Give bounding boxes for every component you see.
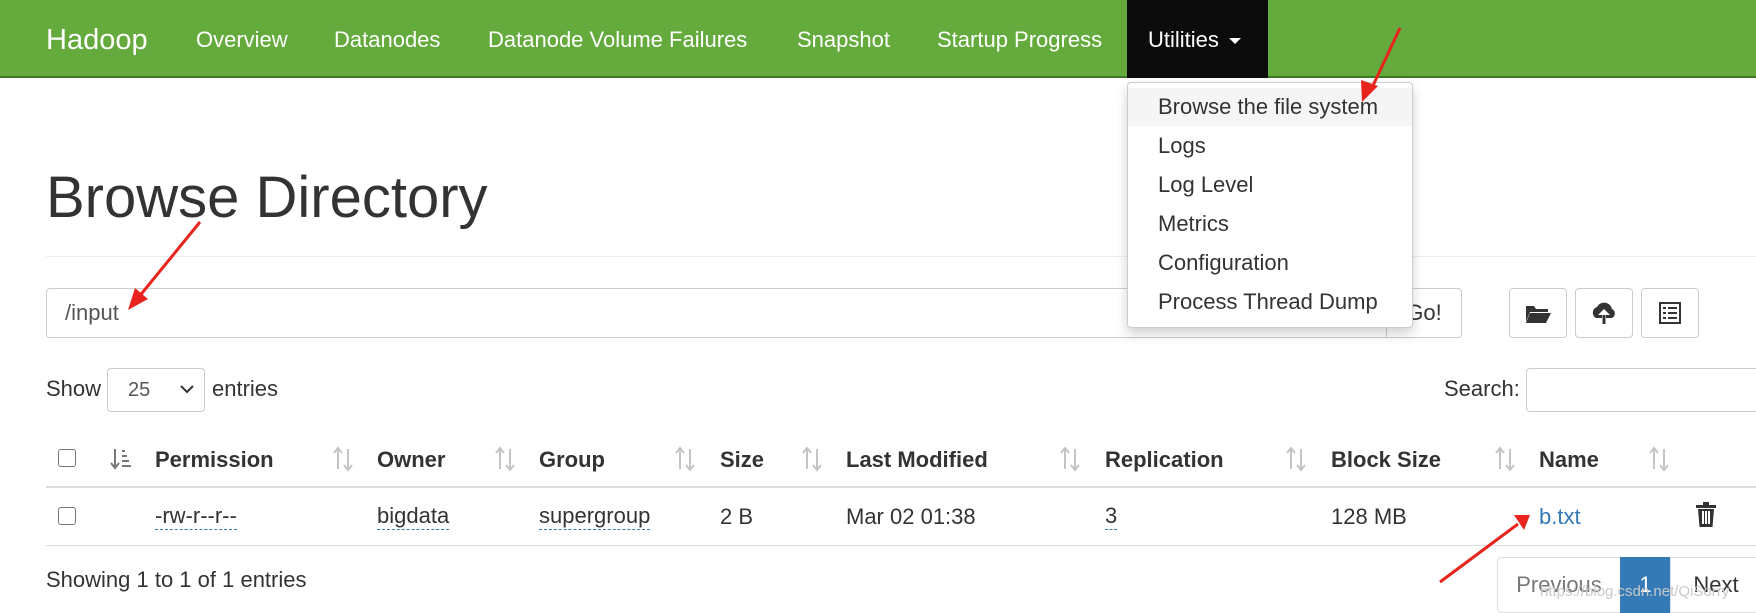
cell-replication[interactable]: 3 [1105,503,1118,530]
cell-size: 2 B [720,504,754,529]
menu-item-logs[interactable]: Logs [1128,127,1412,165]
cell-group[interactable]: supergroup [539,503,651,530]
sort-icon[interactable] [1648,446,1670,472]
cut-paste-button[interactable] [1641,288,1699,338]
column-header-size[interactable]: Size [720,446,764,474]
chevron-down-icon [180,385,194,394]
sort-icon[interactable] [494,446,516,472]
page-title: Browse Directory [46,165,488,230]
column-header-block-size[interactable]: Block Size [1331,446,1441,474]
cloud-upload-icon [1592,302,1615,324]
entries-per-page-value: 25 [128,379,151,401]
brand-logo[interactable]: Hadoop [46,0,148,78]
menu-item-configuration[interactable]: Configuration [1128,244,1412,282]
sort-icon[interactable] [332,446,354,472]
table-row-divider [46,545,1756,546]
menu-item-browse-file-system[interactable]: Browse the file system [1128,88,1412,126]
header-divider [46,256,1756,257]
sort-icon[interactable] [1494,446,1516,472]
entries-label: entries [212,376,279,401]
cell-permission[interactable]: -rw-r--r-- [155,503,237,530]
cell-block-size: 128 MB [1331,504,1407,529]
menu-item-metrics[interactable]: Metrics [1128,205,1412,243]
row-checkbox[interactable] [58,507,76,525]
column-header-owner[interactable]: Owner [377,446,445,474]
cell-last-modified: Mar 02 01:38 [846,504,976,529]
navbar: Hadoop Overview Datanodes Datanode Volum… [0,0,1756,78]
sort-icon[interactable] [801,446,823,472]
nav-datanodes[interactable]: Datanodes [334,0,440,78]
caret-down-icon [1228,38,1241,45]
nav-snapshot[interactable]: Snapshot [797,0,890,78]
file-name-link[interactable]: b.txt [1539,503,1581,531]
column-header-replication[interactable]: Replication [1105,446,1224,474]
column-header-permission[interactable]: Permission [155,446,274,474]
column-header-name[interactable]: Name [1539,446,1599,474]
upload-files-button[interactable] [1575,288,1633,338]
list-icon [1659,302,1681,324]
arrow-head [1514,515,1530,530]
select-all-checkbox[interactable] [58,449,76,467]
sort-icon[interactable] [674,446,696,472]
nav-utilities-label: Utilities [1148,27,1219,52]
search-label: Search: [1444,376,1520,401]
watermark: https://blog.csdn.net/QiSorry [1540,583,1730,600]
sort-icon[interactable] [1285,446,1307,472]
sort-icon[interactable] [1059,446,1081,472]
cell-owner[interactable]: bigdata [377,503,450,530]
utilities-menu: Browse the file system Logs Log Level Me… [1127,82,1413,328]
entries-per-page-select[interactable]: 25 [107,368,205,412]
column-header-group[interactable]: Group [539,446,605,474]
nav-overview[interactable]: Overview [196,0,288,78]
column-header-last-modified[interactable]: Last Modified [846,446,988,474]
menu-item-process-thread-dump[interactable]: Process Thread Dump [1128,283,1412,321]
nav-startup-progress[interactable]: Startup Progress [937,0,1102,78]
nav-datanode-volume-failures[interactable]: Datanode Volume Failures [488,0,747,78]
sort-ascending-icon[interactable] [110,446,132,472]
nav-utilities-dropdown[interactable]: Utilities [1127,0,1268,78]
search-input[interactable] [1526,368,1756,412]
menu-item-log-level[interactable]: Log Level [1128,166,1412,204]
table-info: Showing 1 to 1 of 1 entries [46,567,307,592]
folder-open-icon [1526,306,1551,323]
create-directory-button[interactable] [1509,288,1567,338]
show-label: Show [46,376,102,401]
table-header-divider [46,486,1756,488]
trash-icon[interactable] [1695,502,1717,528]
